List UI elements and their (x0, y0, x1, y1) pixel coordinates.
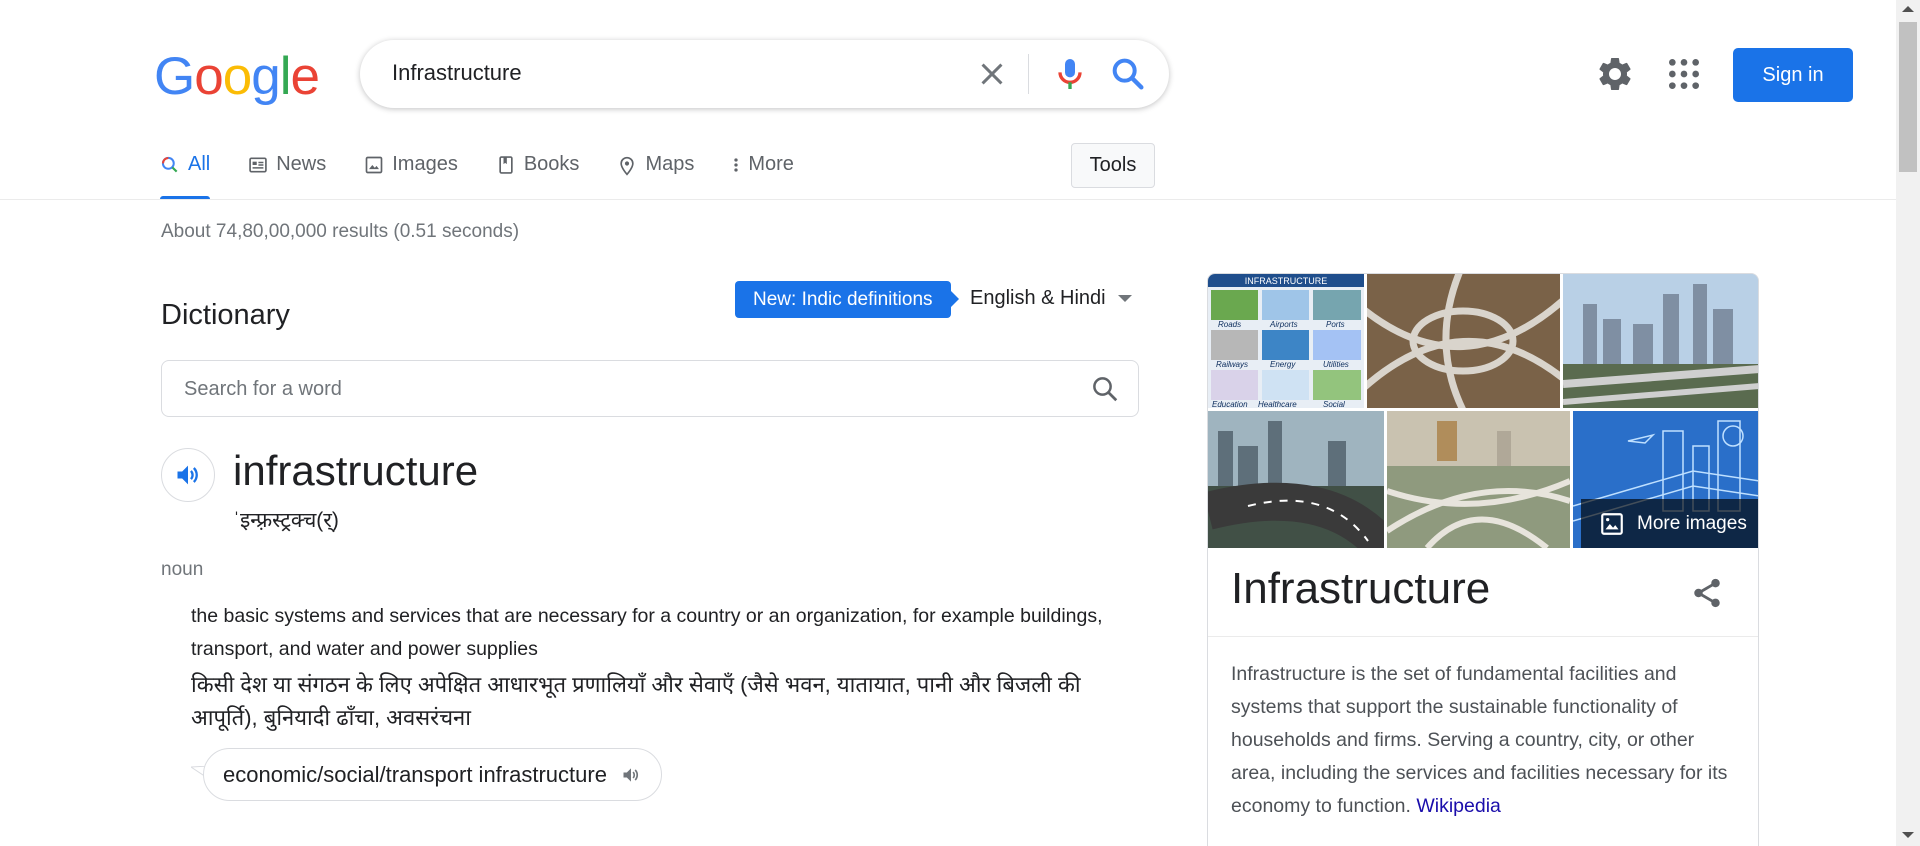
scroll-down-arrow[interactable] (1902, 832, 1914, 838)
tab-maps[interactable]: Maps (617, 150, 694, 200)
image-thumbnail[interactable] (1208, 411, 1384, 548)
image-thumbnail[interactable]: INFRASTRUCTURE Roads Airports Ports Railwa… (1208, 274, 1364, 408)
speaker-icon (177, 465, 198, 485)
dictionary-title: Dictionary (161, 299, 290, 331)
flyover-image (1387, 411, 1570, 548)
tab-label: Images (392, 153, 458, 175)
tab-news[interactable]: News (248, 150, 326, 200)
dictionary-word: infrastructure (233, 447, 479, 494)
more-images-label: More images (1637, 512, 1747, 534)
apps-grid-icon[interactable] (1664, 54, 1704, 94)
definition-english: the basic systems and services that are … (191, 605, 1103, 660)
search-input[interactable]: Infrastructure (392, 60, 522, 86)
description-text: Infrastructure is the set of fundamental… (1231, 663, 1728, 817)
image-icon (365, 156, 383, 174)
collage-label: Airports (1269, 320, 1298, 329)
tab-all[interactable]: All (160, 150, 211, 200)
scrollbar-thumb[interactable] (1899, 22, 1917, 172)
collage-label: Healthcare (1258, 400, 1297, 408)
more-vert-icon (734, 158, 739, 172)
example-usage[interactable]: economic/social/transport infrastructure (203, 748, 662, 801)
speaker-icon[interactable] (621, 765, 641, 785)
search-results-page: Google Infrastructure Sign in All News I… (0, 0, 1920, 846)
collage-label: Social (1323, 400, 1345, 408)
image-thumbnail[interactable] (1387, 411, 1570, 548)
logo-letter: e (290, 47, 320, 106)
language-select[interactable]: English & Hindi (970, 287, 1132, 310)
dictionary-search-placeholder: Search for a word (184, 378, 342, 400)
tab-label: More (748, 153, 794, 175)
image-grid[interactable]: INFRASTRUCTURE Roads Airports Ports Railwa… (1208, 274, 1758, 548)
knowledge-panel: INFRASTRUCTURE Roads Airports Ports Railwa… (1207, 273, 1759, 846)
logo-letter: g (251, 47, 281, 106)
definition-hindi: किसी देश या संगठन के लिए अपेक्षित आधारभू… (191, 672, 1081, 730)
collage-label: Education (1212, 400, 1248, 408)
image-icon (1601, 512, 1623, 535)
tab-label: Maps (645, 153, 695, 175)
header-divider (0, 199, 1896, 200)
map-pin-icon (620, 156, 635, 176)
search-icon (161, 156, 178, 173)
collage-caption: INFRASTRUCTURE (1245, 276, 1328, 286)
tab-images[interactable]: Images (364, 150, 458, 200)
knowledge-panel-description: Infrastructure is the set of fundamental… (1231, 658, 1741, 823)
collage-label: Energy (1270, 360, 1296, 369)
mic-icon[interactable] (1050, 54, 1090, 94)
news-icon (249, 157, 267, 173)
pronunciation-audio-button[interactable] (161, 448, 215, 502)
tab-label: All (188, 153, 211, 175)
collage-label: Utilities (1323, 360, 1349, 369)
more-images-button[interactable]: More images (1581, 499, 1758, 548)
knowledge-panel-title: Infrastructure (1231, 564, 1491, 613)
book-icon (499, 156, 513, 174)
logo-letter: o (194, 47, 224, 106)
result-stats: About 74,80,00,000 results (0.51 seconds… (161, 221, 520, 242)
logo-letter: o (222, 47, 253, 106)
infrastructure-collage-image: INFRASTRUCTURE Roads Airports Ports Railwa… (1208, 274, 1364, 408)
tab-books[interactable]: Books (496, 150, 580, 200)
sign-in-button[interactable]: Sign in (1733, 48, 1853, 102)
collage-label: Ports (1326, 320, 1345, 329)
language-label: English & Hindi (970, 287, 1106, 309)
city-highway-image (1563, 274, 1758, 408)
share-icon[interactable] (1690, 576, 1724, 610)
image-thumbnail[interactable] (1367, 274, 1560, 408)
panel-divider (1208, 636, 1758, 637)
tools-button[interactable]: Tools (1071, 143, 1155, 188)
search-box[interactable]: Infrastructure (360, 40, 1169, 108)
logo-letter: G (154, 47, 195, 106)
example-text: economic/social/transport infrastructure (223, 761, 607, 787)
new-indic-badge[interactable]: New: Indic definitions (735, 281, 959, 318)
curved-road-image (1208, 411, 1384, 548)
pronunciation-text: ˈइन्फ़्रस्ट्रक्च(र्) (233, 509, 339, 532)
google-logo[interactable]: Google (154, 47, 320, 106)
part-of-speech: noun (161, 559, 204, 580)
search-tabs: All News Images Books Maps More (160, 150, 832, 200)
scroll-up-arrow[interactable] (1902, 6, 1914, 12)
search-icon[interactable] (1108, 54, 1148, 94)
interchange-aerial-image (1367, 274, 1560, 408)
tab-more[interactable]: More (732, 150, 794, 200)
dictionary-search-field[interactable]: Search for a word (161, 360, 1139, 417)
collage-label: Roads (1218, 320, 1241, 329)
search-divider (1028, 54, 1029, 94)
chevron-down-icon (1117, 294, 1132, 302)
tab-label: Books (523, 153, 580, 175)
gear-icon[interactable] (1595, 54, 1635, 94)
image-thumbnail[interactable] (1563, 274, 1758, 408)
close-icon[interactable] (974, 56, 1010, 92)
tab-label: News (276, 153, 327, 175)
logo-letter: l (279, 47, 292, 106)
collage-label: Railways (1216, 360, 1248, 369)
search-icon[interactable] (1090, 374, 1120, 404)
wikipedia-link[interactable]: Wikipedia (1416, 795, 1501, 817)
